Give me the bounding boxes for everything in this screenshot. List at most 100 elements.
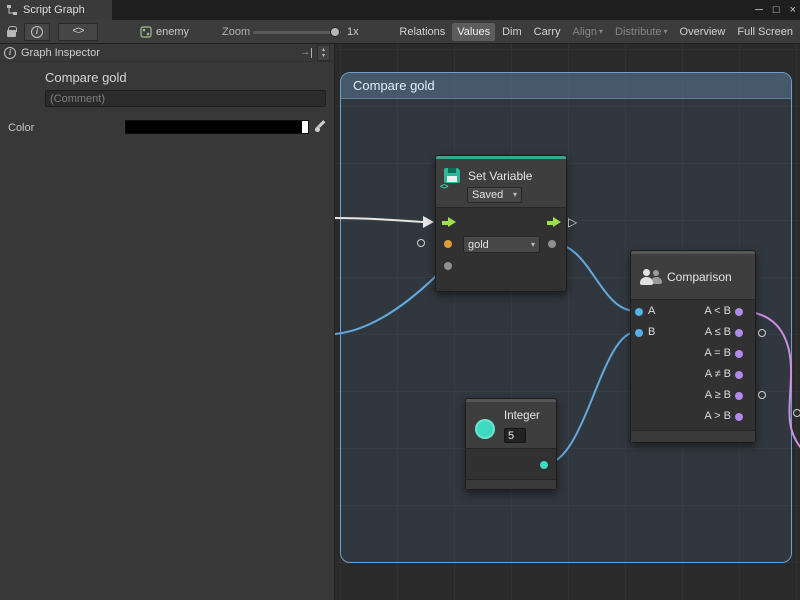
output-a-lt-b-port[interactable] <box>735 308 743 316</box>
wire-flow-in[interactable] <box>335 218 423 222</box>
align-label: Align <box>573 26 597 38</box>
integer-value-input[interactable] <box>504 428 526 443</box>
variable-scope-dropdown[interactable]: Saved ▾ <box>467 187 522 203</box>
graph-toolbar: i <> enemy Zoom 1x Relations Values Dim … <box>0 20 800 44</box>
graph-name-label: enemy <box>156 26 189 38</box>
carry-button[interactable]: Carry <box>529 23 566 41</box>
variable-name-value: gold <box>468 239 489 251</box>
integer-header[interactable]: Integer <box>466 402 556 449</box>
wire-flow-in-arrowhead <box>423 216 434 228</box>
zoom-slider-handle[interactable] <box>330 27 340 37</box>
inspect-toggle-button[interactable]: i <box>24 23 50 41</box>
values-button[interactable]: Values <box>452 23 495 41</box>
node-footer <box>631 430 755 442</box>
output-a-ne-b-port[interactable] <box>735 371 743 379</box>
comparison-input-b-port[interactable] <box>635 329 643 337</box>
graph-asset-icon <box>140 26 152 38</box>
dim-button[interactable]: Dim <box>497 23 527 41</box>
node-title: Comparison <box>667 270 732 284</box>
spinner-down-icon[interactable]: ▾ <box>322 53 325 59</box>
output-a-eq-b-label: A = B <box>704 347 731 359</box>
output-a-ge-b-label: A ≥ B <box>705 389 731 401</box>
output-a-le-b-port[interactable] <box>735 329 743 337</box>
minimize-icon[interactable]: ─ <box>755 0 763 20</box>
color-label: Color <box>8 122 34 134</box>
maximize-icon[interactable]: □ <box>773 0 780 20</box>
tab-title: Script Graph <box>23 4 85 16</box>
align-button[interactable]: Align ▾ <box>568 23 608 41</box>
output-a-ne-b-label: A ≠ B <box>705 368 731 380</box>
tab-script-graph[interactable]: Script Graph <box>0 0 112 20</box>
integer-output-port[interactable] <box>540 461 548 469</box>
chevron-down-icon: ▾ <box>664 28 668 36</box>
zoom-slider-track[interactable] <box>253 31 341 34</box>
output-a-gt-b-label: A > B <box>704 410 731 422</box>
zoom-value: 1x <box>347 26 359 38</box>
variable-name-dropdown[interactable]: gold ▾ <box>463 236 540 253</box>
flow-input-port[interactable] <box>442 217 456 228</box>
code-toggle-button[interactable]: <> <box>58 23 98 41</box>
node-footer <box>466 479 556 489</box>
graph-breadcrumb[interactable]: enemy <box>140 24 189 40</box>
input-a-label: A <box>648 305 655 317</box>
wire-value-in[interactable] <box>335 265 447 334</box>
overview-button[interactable]: Overview <box>675 23 731 41</box>
comparison-header[interactable]: Comparison <box>631 254 755 300</box>
inspected-graph-title: Compare gold <box>45 70 127 85</box>
chevron-down-icon: ▾ <box>531 241 535 249</box>
integer-node[interactable]: Integer <box>465 398 557 490</box>
variables-badge-icon: <> <box>440 183 448 192</box>
info-icon: i <box>31 26 43 38</box>
graph-canvas[interactable]: Compare gold <> Set Variable Saved ▾ <box>335 44 800 600</box>
flow-continue-port-icon[interactable]: ▷ <box>568 215 577 229</box>
close-icon[interactable]: × <box>790 0 796 20</box>
unconnected-port-indicator[interactable] <box>758 329 766 337</box>
input-b-label: B <box>648 326 655 338</box>
comparison-icon <box>640 269 664 285</box>
unity-script-graph-window: Script Graph ─ □ × i <> enemy Zoom <box>0 0 800 600</box>
wire-integer-to-comparison-b[interactable] <box>545 332 636 464</box>
window-titlebar: Script Graph ─ □ × <box>0 0 800 20</box>
color-swatch[interactable] <box>125 120 309 134</box>
unconnected-port-indicator[interactable] <box>793 409 800 417</box>
color-alpha-indicator <box>302 121 308 133</box>
comparison-input-a-port[interactable] <box>635 308 643 316</box>
set-variable-node[interactable]: <> Set Variable Saved ▾ gold ▾ <box>435 155 567 292</box>
dock-icon[interactable]: → <box>300 48 312 58</box>
relations-button[interactable]: Relations <box>394 23 450 41</box>
inspector-spinner[interactable]: ▴ ▾ <box>317 45 330 61</box>
unconnected-port-indicator[interactable] <box>758 391 766 399</box>
output-a-lt-b-label: A < B <box>704 305 731 317</box>
eyedropper-icon[interactable] <box>314 120 327 133</box>
info-icon: i <box>4 47 16 59</box>
output-a-le-b-label: A ≤ B <box>705 326 731 338</box>
variable-value-input-port[interactable] <box>444 240 452 248</box>
full-screen-button[interactable]: Full Screen <box>732 23 798 41</box>
toolbar-actions: Relations Values Dim Carry Align ▾ Distr… <box>394 20 798 44</box>
script-graph-icon <box>6 4 18 16</box>
chevron-down-icon: ▾ <box>513 191 517 199</box>
zoom-label: Zoom <box>222 26 250 38</box>
zoom-slider[interactable] <box>253 24 341 40</box>
variable-scope-value: Saved <box>472 189 503 201</box>
distribute-button[interactable]: Distribute ▾ <box>610 23 672 41</box>
window-controls: ─ □ × <box>755 0 796 20</box>
node-title: Integer <box>504 410 540 422</box>
flow-output-port[interactable] <box>547 217 561 228</box>
value-output-port[interactable] <box>548 240 556 248</box>
set-variable-icon <box>444 168 460 183</box>
output-a-eq-b-port[interactable] <box>735 350 743 358</box>
graph-inspector-header: i Graph Inspector → ▴ ▾ <box>0 44 334 62</box>
fallback-input-port[interactable] <box>444 262 452 270</box>
unconnected-port-indicator[interactable] <box>417 239 425 247</box>
comparison-node[interactable]: Comparison A A < B B A ≤ B A = B A ≠ B <box>630 250 756 443</box>
output-a-ge-b-port[interactable] <box>735 392 743 400</box>
set-variable-header[interactable]: <> Set Variable Saved ▾ <box>436 159 566 208</box>
lock-icon[interactable] <box>7 30 16 37</box>
chevron-down-icon: ▾ <box>599 28 603 36</box>
comment-input[interactable] <box>45 90 326 107</box>
code-icon: <> <box>72 26 83 38</box>
inspector-title: Graph Inspector <box>21 47 295 59</box>
output-a-gt-b-port[interactable] <box>735 413 743 421</box>
integer-icon <box>475 419 495 439</box>
